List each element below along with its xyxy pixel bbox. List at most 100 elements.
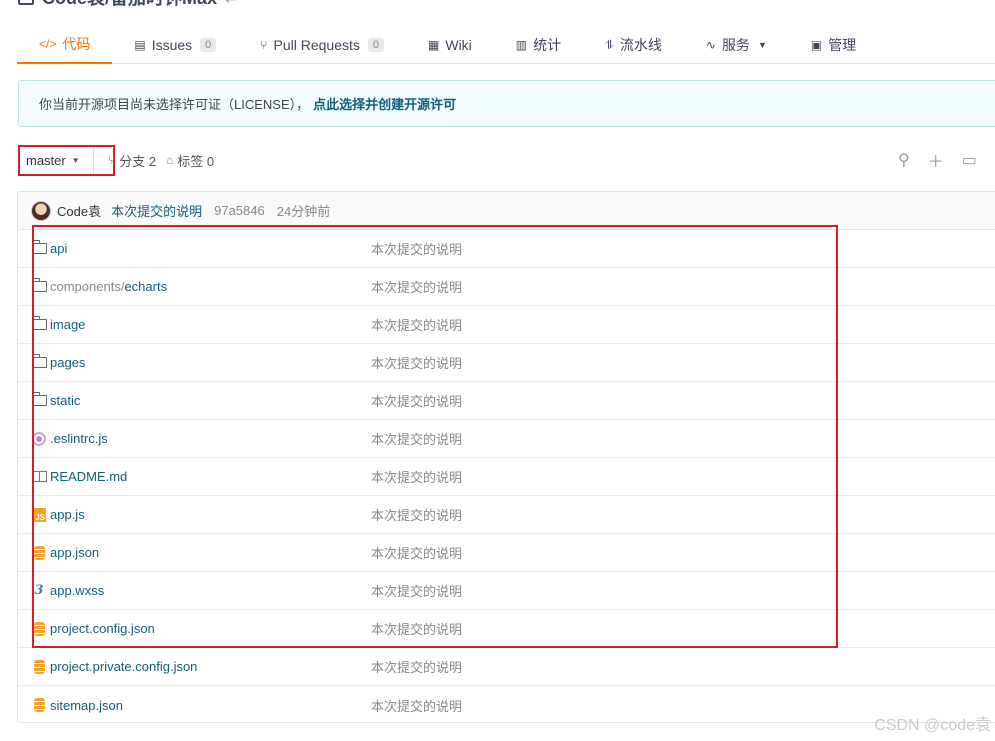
tab-label: 流水线 <box>619 37 662 53</box>
file-list: Code袁 本次提交的说明 97a5846 24分钟前 api 本次提交的说明 … <box>17 191 995 723</box>
annotation-box-branch <box>18 145 115 176</box>
repo-title[interactable]: Code袁/番茄时钟Max <box>42 0 217 10</box>
folder-icon <box>31 316 47 333</box>
tab-service[interactable]: ∿ 服务 ▼ <box>684 26 789 64</box>
tab-stats[interactable]: ▥ 统计 <box>494 26 583 64</box>
watermark: CSDN @code袁 <box>874 717 991 734</box>
branches-count: 分支 2 <box>119 153 157 169</box>
file-row[interactable]: components/echarts 本次提交的说明 <box>18 268 995 306</box>
file-commit-message[interactable]: 本次提交的说明 <box>371 239 462 258</box>
file-row[interactable]: .eslintrc.js 本次提交的说明 <box>18 420 995 458</box>
file-row[interactable]: README.md 本次提交的说明 <box>18 458 995 496</box>
file-row[interactable]: sitemap.json 本次提交的说明 <box>18 686 995 724</box>
tab-issues[interactable]: ▤ Issues 0 <box>112 26 238 64</box>
file-row[interactable]: project.private.config.json 本次提交的说明 <box>18 648 995 686</box>
file-commit-message[interactable]: 本次提交的说明 <box>371 696 462 715</box>
file-row[interactable]: app.json 本次提交的说明 <box>18 534 995 572</box>
file-commit-message[interactable]: 本次提交的说明 <box>371 353 462 372</box>
js-file-icon: JS <box>31 507 47 523</box>
tab-label: 服务 <box>721 37 750 53</box>
tab-label: Pull Requests <box>273 37 360 53</box>
eslint-file-icon <box>31 431 47 447</box>
file-name[interactable]: api <box>50 241 67 256</box>
file-name[interactable]: .eslintrc.js <box>50 431 108 446</box>
tab-label: 统计 <box>533 37 562 53</box>
branch-meta: ⑂ 分支 2 ⌂ 标签 0 <box>108 148 214 172</box>
manage-icon: ▣ <box>810 38 823 52</box>
file-row[interactable]: api 本次提交的说明 <box>18 230 995 268</box>
file-commit-message[interactable]: 本次提交的说明 <box>371 315 462 334</box>
file-row[interactable]: image 本次提交的说明 <box>18 306 995 344</box>
folder-icon <box>31 278 47 295</box>
file-commit-message[interactable]: 本次提交的说明 <box>371 467 462 486</box>
tags-count: 标签 0 <box>177 153 215 169</box>
stats-icon: ▥ <box>515 38 528 52</box>
create-license-link[interactable]: 点此选择并创建开源许可 <box>313 94 456 113</box>
commit-message[interactable]: 本次提交的说明 <box>111 201 202 220</box>
file-commit-message[interactable]: 本次提交的说明 <box>371 543 462 562</box>
sync-icon[interactable]: ⇄ <box>225 0 237 6</box>
readme-file-icon <box>31 469 47 485</box>
file-path-leaf: echarts <box>124 279 168 294</box>
file-commit-message[interactable]: 本次提交的说明 <box>371 391 462 410</box>
file-name[interactable]: components/echarts <box>50 279 167 294</box>
file-name[interactable]: app.wxss <box>50 583 104 598</box>
file-tools: ⚲ ＋ ▭ <box>898 148 977 172</box>
tab-label: Wiki <box>445 37 472 53</box>
css-file-icon: 3 <box>34 583 44 598</box>
folder-icon <box>31 354 47 371</box>
tab-label: Issues <box>151 37 193 53</box>
file-row[interactable]: static 本次提交的说明 <box>18 382 995 420</box>
file-name[interactable]: image <box>50 317 85 332</box>
json-file-icon <box>31 659 47 675</box>
file-name[interactable]: static <box>50 393 80 408</box>
tab-manage[interactable]: ▣ 管理 <box>789 26 878 64</box>
issues-icon: ▤ <box>134 38 146 52</box>
tab-code[interactable]: </> 代码 <box>17 26 113 64</box>
file-commit-message[interactable]: 本次提交的说明 <box>371 657 462 676</box>
repo-tabs: </> 代码 ▤ Issues 0 ⑂ Pull Requests 0 ▦ Wi… <box>17 26 995 64</box>
license-notice: 你当前开源项目尚未选择许可证（LICENSE）， 点此选择并创建开源许可 <box>18 80 995 127</box>
monitor-icon[interactable]: ▭ <box>962 150 977 170</box>
file-commit-message[interactable]: 本次提交的说明 <box>371 505 462 524</box>
file-row[interactable]: JS app.js 本次提交的说明 <box>18 496 995 534</box>
file-row[interactable]: pages 本次提交的说明 <box>18 344 995 382</box>
branches-link[interactable]: ⑂ 分支 2 <box>108 151 156 170</box>
code-icon: </> <box>39 37 57 51</box>
tab-label: 代码 <box>62 36 91 52</box>
tab-wiki[interactable]: ▦ Wiki <box>406 26 494 64</box>
folder-icon <box>31 392 47 409</box>
file-path-prefix: components/ <box>50 279 125 294</box>
file-name[interactable]: app.json <box>50 545 99 560</box>
folder-icon <box>31 240 47 257</box>
license-notice-text: 你当前开源项目尚未选择许可证（LICENSE）， <box>39 97 310 112</box>
search-icon[interactable]: ⚲ <box>898 150 910 170</box>
file-commit-message[interactable]: 本次提交的说明 <box>371 581 462 600</box>
repo-title-bar: Code袁/番茄时钟Max ⇄ <box>18 0 237 8</box>
tab-pipeline[interactable]: ⥮ 流水线 <box>583 26 684 64</box>
avatar[interactable] <box>31 200 51 221</box>
json-file-icon <box>31 621 47 637</box>
file-commit-message[interactable]: 本次提交的说明 <box>371 277 462 296</box>
json-file-icon <box>31 697 47 713</box>
tags-link[interactable]: ⌂ 标签 0 <box>166 151 214 170</box>
file-commit-message[interactable]: 本次提交的说明 <box>371 619 462 638</box>
issues-count-badge: 0 <box>200 38 217 52</box>
file-name[interactable]: pages <box>50 355 85 370</box>
file-row[interactable]: 3 app.wxss 本次提交的说明 <box>18 572 995 610</box>
commit-sha[interactable]: 97a5846 <box>214 203 265 218</box>
add-icon[interactable]: ＋ <box>928 148 944 172</box>
file-name[interactable]: sitemap.json <box>50 698 123 713</box>
service-icon: ∿ <box>705 38 716 52</box>
tab-pull-requests[interactable]: ⑂ Pull Requests 0 <box>238 26 406 64</box>
json-file-icon <box>31 545 47 561</box>
file-name[interactable]: README.md <box>50 469 127 484</box>
file-name[interactable]: app.js <box>50 507 85 522</box>
file-name[interactable]: project.config.json <box>50 621 155 636</box>
file-row[interactable]: project.config.json 本次提交的说明 <box>18 610 995 648</box>
file-commit-message[interactable]: 本次提交的说明 <box>371 429 462 448</box>
file-name[interactable]: project.private.config.json <box>50 659 197 674</box>
commit-author[interactable]: Code袁 <box>57 201 101 220</box>
branch-icon: ⑂ <box>108 153 116 167</box>
tab-label: 管理 <box>828 37 857 53</box>
